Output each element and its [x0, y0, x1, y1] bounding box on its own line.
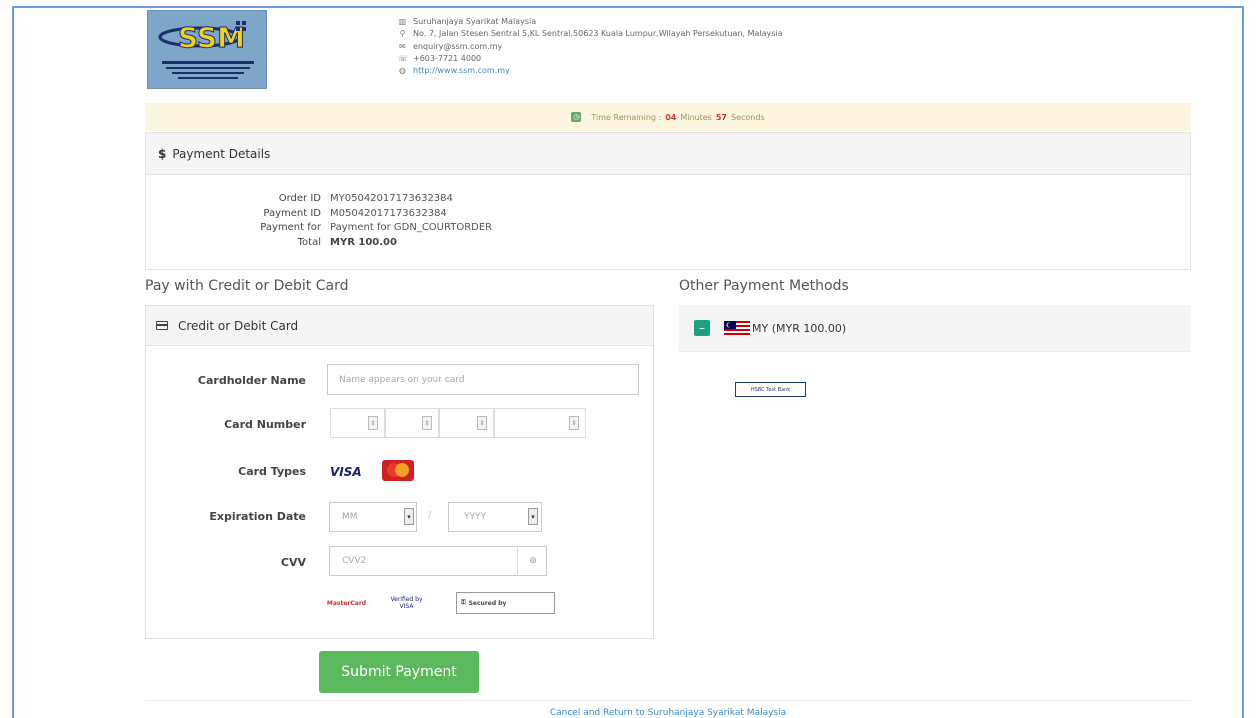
card-number-segment-4[interactable]: ⇕ — [494, 408, 586, 438]
dropdown-arrow-icon[interactable]: ▾ — [404, 508, 414, 525]
month-placeholder: MM — [342, 512, 358, 522]
cvv-input[interactable]: CVV2 — [329, 546, 547, 576]
spinner-icon[interactable]: ⇕ — [569, 416, 579, 430]
dollar-icon: $ — [158, 146, 167, 161]
country-method-header[interactable]: – MY (MYR 100.00) — [679, 305, 1191, 352]
cardholder-label: Cardholder Name — [197, 374, 306, 387]
cancel-return-link[interactable]: Cancel and Return to Suruhanjaya Syarika… — [145, 700, 1191, 718]
cardholder-placeholder: Name appears on your card — [339, 374, 465, 385]
envelope-icon: ✉ — [399, 41, 406, 51]
spinner-icon[interactable]: ⇕ — [368, 416, 378, 430]
credit-card-icon — [156, 321, 168, 330]
mastercard-logo — [382, 460, 414, 481]
expiry-year-select[interactable]: YYYY ▾ — [448, 502, 542, 532]
spinner-icon[interactable]: ⇕ — [422, 416, 432, 430]
expiry-separator: / — [428, 510, 432, 521]
time-remaining-bar: ◷ Time Remaining : 04 Minutes 57 Seconds — [145, 103, 1191, 131]
other-methods-title: Other Payment Methods — [679, 278, 849, 294]
detail-value: MY05042017173632384 — [330, 193, 453, 204]
timer-seconds-label: Seconds — [731, 112, 765, 122]
detail-value: M05042017173632384 — [330, 207, 447, 219]
visa-logo: VISA — [330, 465, 362, 479]
card-types-label: Card Types — [238, 465, 306, 478]
card-number-segment-1[interactable]: ⇕ — [330, 408, 385, 438]
organization-info: ▥ Suruhanjaya Syarikat Malaysia ⚲ No. 7, J… — [398, 16, 783, 77]
country-method-label: MY (MYR 100.00) — [752, 321, 847, 335]
card-section-title: Pay with Credit or Debit Card — [145, 278, 349, 294]
timer-prefix: Time Remaining : — [591, 112, 662, 122]
detail-key: Total — [297, 236, 321, 248]
org-name: Suruhanjaya Syarikat Malaysia — [413, 17, 537, 26]
card-number-label: Card Number — [224, 418, 306, 431]
payment-details-panel: $ Payment Details Order ID MY050420171736… — [145, 132, 1191, 270]
detail-key: Payment for — [260, 222, 321, 234]
verified-by-visa-badge: Verified by VISA — [390, 596, 423, 610]
detail-row: Payment for Payment for GDN_COURTORDER — [146, 221, 1190, 236]
help-icon[interactable]: ⊛ — [517, 546, 548, 576]
org-phone: +603-7721 4000 — [413, 53, 482, 63]
browser-frame: SSM ▥ Suruhanjaya Syarikat Malaysia ⚲ No. … — [12, 6, 1244, 718]
expiry-month-select[interactable]: MM ▾ — [329, 502, 417, 532]
lock-icon: ⚿ — [461, 599, 466, 606]
clock-icon: ◷ — [571, 112, 582, 122]
submit-payment-button[interactable]: Submit Payment — [319, 651, 479, 693]
location-pin-icon: ⚲ — [399, 29, 406, 39]
timer-seconds: 57 — [715, 112, 727, 122]
bank-option-button[interactable]: HSBC Test Bank — [735, 382, 806, 397]
phone-icon: ☏ — [398, 53, 409, 63]
card-number-segment-2[interactable]: ⇕ — [385, 408, 439, 438]
malaysia-flag-icon — [724, 321, 750, 335]
cardholder-name-input[interactable]: Name appears on your card — [327, 364, 639, 395]
org-email[interactable]: enquiry@ssm.com.my — [413, 41, 502, 53]
year-placeholder: YYYY — [464, 512, 486, 522]
secured-by-text: Secured by — [468, 599, 507, 607]
secured-by-badge: ⚿ Secured by — [456, 592, 555, 614]
expiration-label: Expiration Date — [209, 510, 306, 523]
building-icon: ▥ — [398, 17, 407, 26]
globe-icon: ◍ — [399, 66, 406, 76]
card-panel-title: Credit or Debit Card — [178, 318, 299, 333]
org-website-link[interactable]: http://www.ssm.com.my — [413, 65, 510, 77]
detail-row: Payment ID M05042017173632384 — [146, 207, 1190, 222]
detail-row: Total MYR 100.00 — [146, 236, 1190, 251]
detail-key: Order ID — [278, 193, 321, 204]
cvv-label: CVV — [280, 556, 306, 569]
logo-text: SSM — [178, 21, 245, 54]
cvv-placeholder: CVV2 — [342, 556, 367, 566]
other-payment-methods-panel: – MY (MYR 100.00) HSBC Test Bank — [679, 305, 1191, 425]
payment-details-header: $ Payment Details — [146, 133, 1190, 175]
card-form-panel: Credit or Debit Card Cardholder Name Nam… — [145, 305, 654, 639]
detail-key: Payment ID — [263, 207, 321, 219]
card-number-segment-3[interactable]: ⇕ — [439, 408, 494, 438]
collapse-minus-icon[interactable]: – — [694, 320, 710, 336]
timer-minutes: 04 — [665, 112, 677, 122]
mastercard-securecode-badge: MasterCard — [326, 599, 367, 607]
card-panel-header: Credit or Debit Card — [146, 306, 653, 346]
detail-row: Order ID MY05042017173632384 — [146, 192, 1190, 207]
ssm-logo: SSM — [147, 10, 267, 89]
detail-value: MYR 100.00 — [330, 236, 397, 248]
timer-minutes-label: Minutes — [680, 112, 712, 122]
spinner-icon[interactable]: ⇕ — [477, 416, 487, 430]
org-address: No. 7, Jalan Stesen Sentral 5,KL Sentral… — [413, 29, 783, 39]
payment-details-title: Payment Details — [172, 146, 271, 161]
dropdown-arrow-icon[interactable]: ▾ — [528, 508, 538, 525]
detail-value: Payment for GDN_COURTORDER — [330, 222, 493, 234]
